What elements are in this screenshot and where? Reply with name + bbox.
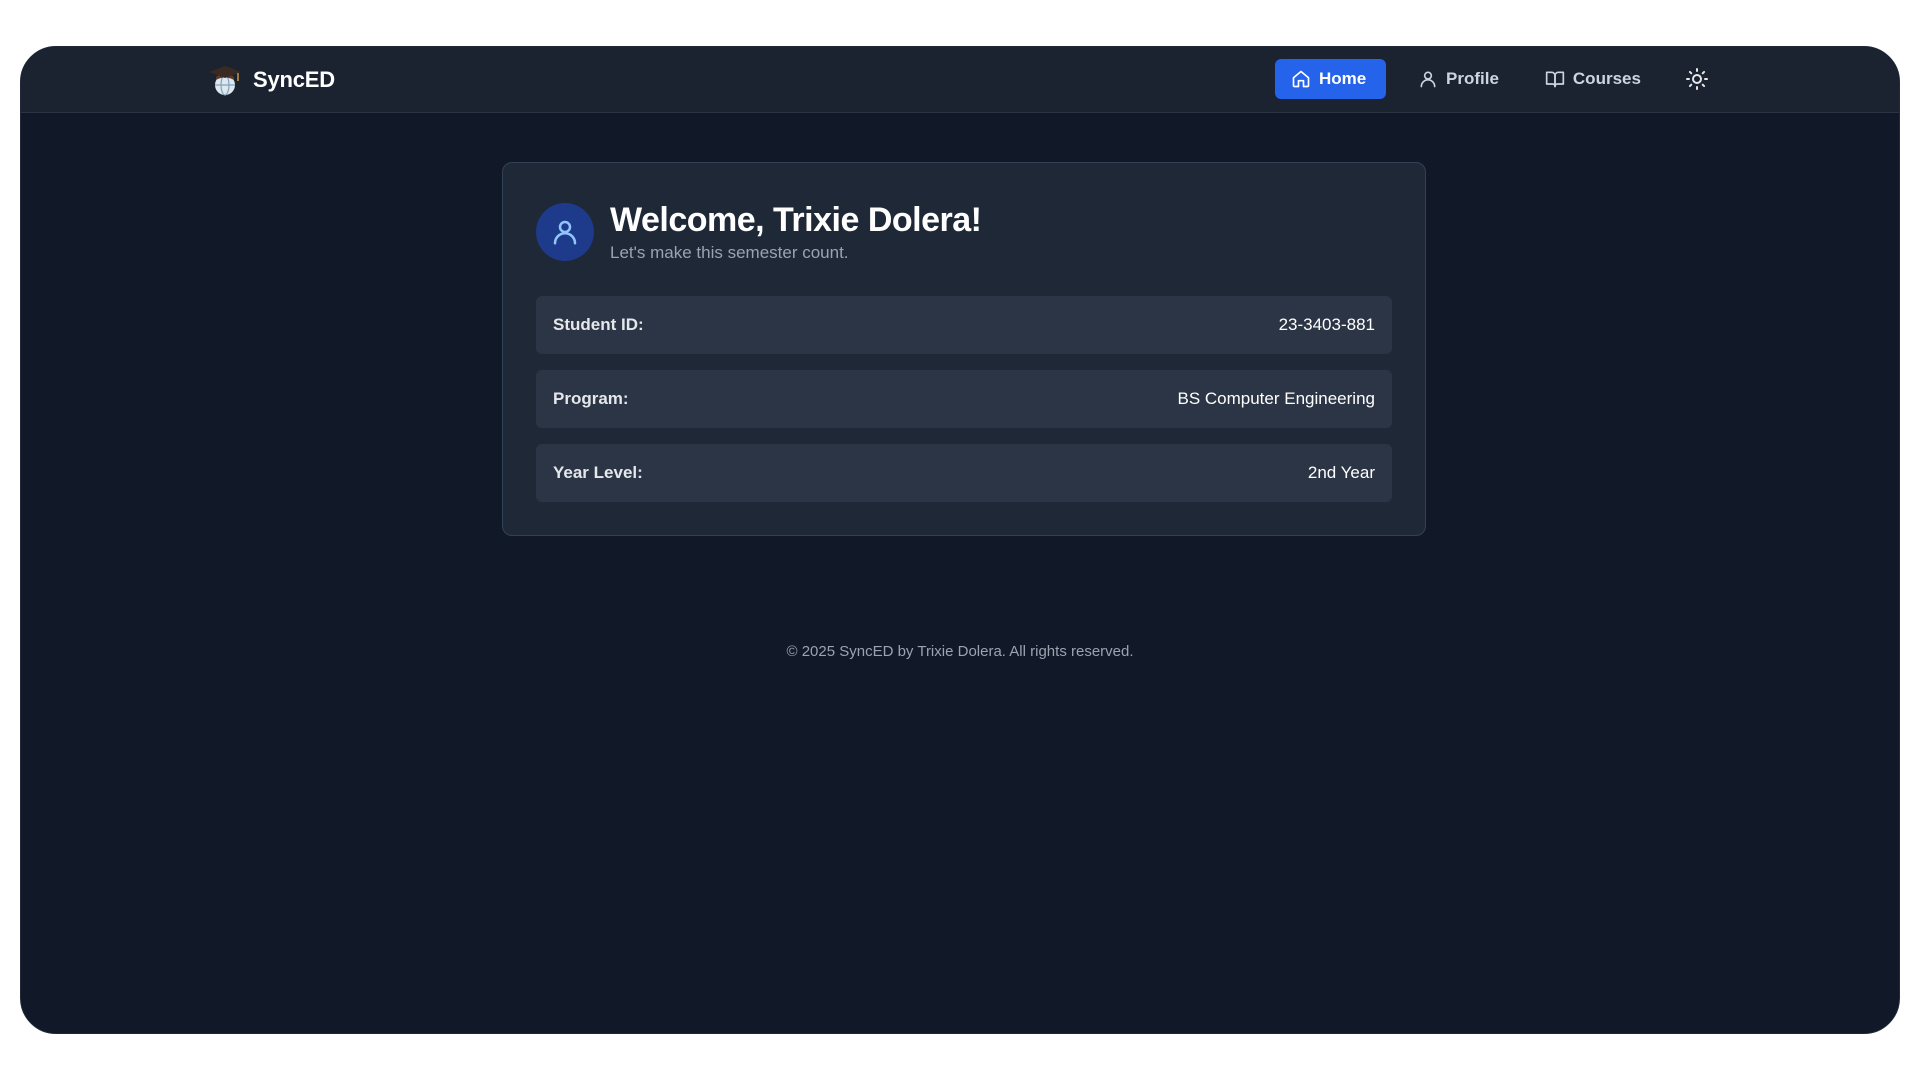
nav-profile-label: Profile xyxy=(1446,69,1499,88)
info-row-student-id: Student ID: 23-3403-881 xyxy=(536,296,1392,354)
welcome-subtitle: Let's make this semester count. xyxy=(610,243,849,262)
user-icon xyxy=(553,220,577,245)
info-label: Student ID: xyxy=(553,315,644,334)
navbar: SyncED Home Profile Courses xyxy=(21,47,1899,113)
nav-home[interactable]: Home xyxy=(1275,59,1386,99)
welcome-title: Welcome, Trixie Dolera! xyxy=(610,201,982,239)
main-nav: Home Profile Courses xyxy=(1275,59,1713,99)
student-card: Welcome, Trixie Dolera! Let's make this … xyxy=(502,162,1426,536)
brand[interactable]: SyncED xyxy=(207,61,335,99)
welcome-text: Welcome, Trixie Dolera! Let's make this … xyxy=(610,200,982,264)
theme-toggle-button[interactable] xyxy=(1681,63,1713,95)
info-value: 2nd Year xyxy=(1307,463,1375,482)
info-value: 23-3403-881 xyxy=(1278,315,1375,334)
info-row-program: Program: BS Computer Engineering xyxy=(536,370,1392,428)
nav-home-label: Home xyxy=(1319,69,1367,88)
sun-icon xyxy=(1685,68,1708,90)
footer-copyright: © 2025 SyncED by Trixie Dolera. All righ… xyxy=(786,643,1134,660)
info-row-year-level: Year Level: 2nd Year xyxy=(536,444,1392,502)
info-value: BS Computer Engineering xyxy=(1177,389,1375,408)
avatar xyxy=(536,203,594,261)
nav-courses-label: Courses xyxy=(1572,69,1641,88)
info-label: Program: xyxy=(553,389,629,408)
welcome-header: Welcome, Trixie Dolera! Let's make this … xyxy=(536,200,982,264)
nav-courses[interactable]: Courses xyxy=(1531,59,1655,99)
home-icon xyxy=(1292,70,1310,88)
app-window: SyncED Home Profile Courses Welcome, Tri… xyxy=(20,46,1900,1034)
graduation-cap-globe-icon xyxy=(209,66,241,96)
brand-name: SyncED xyxy=(253,67,335,92)
user-icon xyxy=(1420,71,1436,88)
book-open-icon xyxy=(1545,71,1565,88)
nav-profile[interactable]: Profile xyxy=(1404,59,1513,99)
info-label: Year Level: xyxy=(553,463,643,482)
